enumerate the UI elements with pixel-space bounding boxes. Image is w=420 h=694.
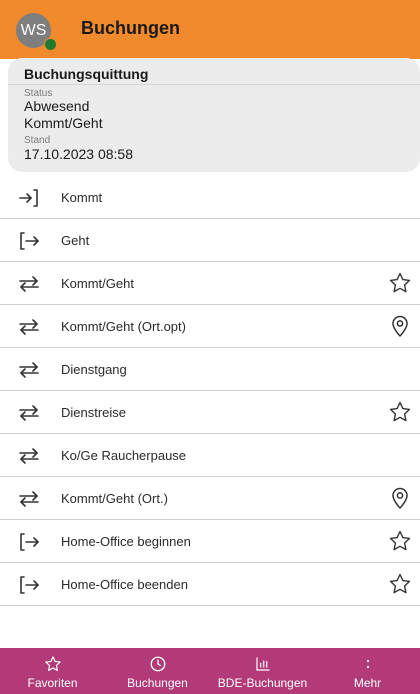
booking-receipt-card: Buchungsquittung Status Abwesend Kommt/G… (8, 58, 420, 172)
nav-label: Mehr (353, 676, 382, 690)
action-row-geht[interactable]: Geht (0, 219, 420, 262)
status-type-value: Kommt/Geht (24, 115, 103, 131)
action-row-home-office-beenden[interactable]: Home-Office beenden (0, 563, 420, 606)
logout-icon (20, 232, 39, 250)
action-row-kommt-geht-ort[interactable]: Kommt/Geht (Ort.) (0, 477, 420, 520)
action-row-dienstreise[interactable]: Dienstreise (0, 391, 420, 434)
action-row-dienstgang[interactable]: Dienstgang (0, 348, 420, 391)
nav-label: Buchungen (127, 676, 188, 690)
action-label: Kommt/Geht (Ort.opt) (61, 319, 186, 334)
nav-label: BDE-Buchungen (217, 676, 308, 690)
star-icon[interactable] (388, 572, 412, 596)
page-title: Buchungen (81, 18, 180, 38)
action-row-kommt[interactable]: Kommt (0, 176, 420, 219)
action-row-kommt-geht-ort-opt[interactable]: Kommt/Geht (Ort.opt) (0, 305, 420, 348)
nav-item-bde-buchungen[interactable]: BDE-Buchungen (210, 648, 315, 694)
swap-icon (19, 405, 39, 421)
action-label: Dienstreise (61, 405, 127, 420)
location-icon[interactable] (388, 486, 412, 510)
action-label: Dienstgang (61, 362, 127, 377)
swap-icon (19, 491, 39, 507)
presence-indicator (44, 38, 57, 51)
login-icon (19, 189, 38, 207)
star-icon[interactable] (388, 529, 412, 553)
clock-icon (150, 656, 165, 672)
stand-label: Stand (24, 135, 51, 146)
action-label: Home-Office beginnen (61, 534, 191, 549)
action-label: Kommt/Geht (Ort.) (61, 491, 168, 506)
nav-label: Favoriten (27, 676, 78, 690)
stand-value: 17.10.2023 08:58 (24, 146, 133, 162)
swap-icon (19, 319, 39, 335)
star-icon (44, 656, 61, 672)
action-label: Home-Office beenden (61, 577, 188, 592)
status-value: Abwesend (24, 98, 90, 114)
action-label: Kommt (61, 190, 103, 205)
location-icon[interactable] (388, 314, 412, 338)
app-root: WS Buchungen Buchungsquittung Status Abw… (0, 0, 420, 694)
action-row-home-office-beginnen[interactable]: Home-Office beginnen (0, 520, 420, 563)
receipt-title: Buchungsquittung (24, 66, 149, 82)
receipt-header: Buchungsquittung (8, 58, 420, 85)
action-label: Kommt/Geht (61, 276, 134, 291)
nav-item-buchungen[interactable]: Buchungen (105, 648, 210, 694)
booking-action-list: Kommt Geht Kommt/Geht Kommt/Geht (Ort.op… (0, 176, 420, 606)
app-header: WS Buchungen (0, 0, 420, 59)
nav-item-mehr[interactable]: Mehr (315, 648, 420, 694)
swap-icon (19, 276, 39, 292)
nav-item-favoriten[interactable]: Favoriten (0, 648, 105, 694)
more-vertical-icon (366, 659, 369, 669)
bar-chart-icon (255, 657, 270, 671)
logout-icon (20, 533, 39, 551)
swap-icon (19, 448, 39, 464)
action-row-raucherpause[interactable]: Ko/Ge Raucherpause (0, 434, 420, 477)
action-label: Geht (61, 233, 90, 248)
swap-icon (19, 362, 39, 378)
star-icon[interactable] (388, 271, 412, 295)
action-label: Ko/Ge Raucherpause (61, 448, 187, 463)
logout-icon (20, 576, 39, 594)
action-row-kommt-geht[interactable]: Kommt/Geht (0, 262, 420, 305)
star-icon[interactable] (388, 400, 412, 424)
avatar-initials: WS (20, 21, 47, 39)
bottom-nav: Favoriten Buchungen BDE-Buchungen Mehr (0, 648, 420, 694)
